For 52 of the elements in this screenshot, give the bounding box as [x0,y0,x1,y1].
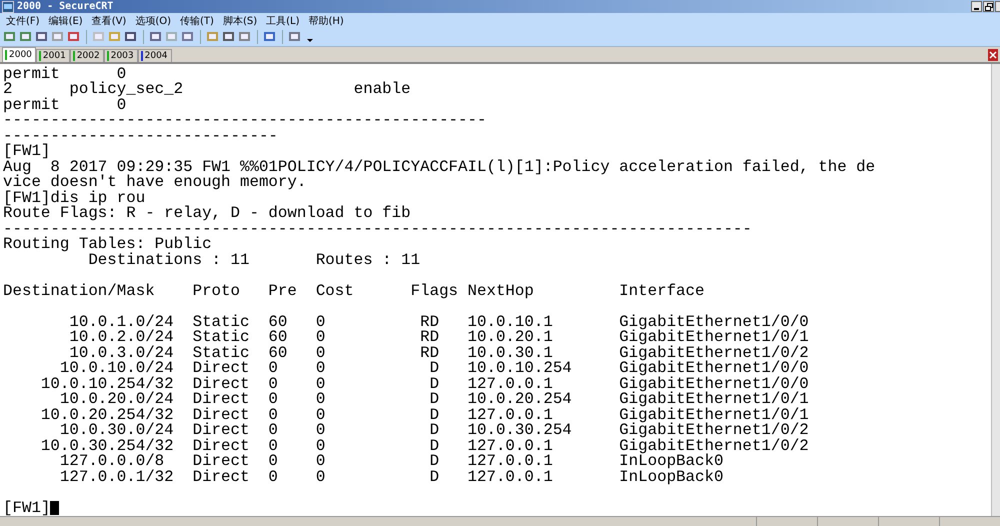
terminal-line: 10.0.1.0/24 Static 60 0 RD 10.0.10.1 GigabitEthernet1/0/0 [68,314,810,330]
monitor-icon[interactable] [288,30,302,44]
terminal-line: ----------------------------- [3,128,279,144]
terminal-line: [FW1] [3,144,52,160]
terminal-line: vice doesn't have enough memory. [3,175,306,191]
terminal-line: Aug 8 2017 09:29:35 FW1 %%01POLICY/4/POLICYACCFAIL(l)[1]:Policy acceleration failed, the de [3,160,876,176]
terminal-line: --------------------------------------------------- [3,113,488,129]
terminal-line: 2 policy_sec_2 enable [3,82,412,98]
prompt: [FW1] [3,500,50,516]
terminal-line: 10.0.10.254/32 Direct 0 0 D 127.0.0.1 GigabitEthernet1/0/0 [40,376,810,392]
terminal-line: permit 0 [3,98,126,114]
terminal-line: 10.0.10.0/24 Direct 0 0 D 10.0.10.254 GigabitEthernet1/0/0 [60,361,810,377]
terminal-line: 10.0.20.254/32 Direct 0 0 D 127.0.0.1 GigabitEthernet1/0/1 [40,408,810,424]
terminal-line: Destination/Mask Proto Pre Cost Flags NextHop Interface [3,284,706,300]
menu-item[interactable]: 文件(F) [6,14,40,28]
session-tab[interactable]: 2000 [2,46,36,62]
terminal-line: 10.0.30.254/32 Direct 0 0 D 127.0.0.1 GigabitEthernet1/0/2 [40,438,810,454]
minimize-button[interactable] [971,1,982,12]
dropdown-icon[interactable] [307,36,313,43]
terminal-line: 127.0.0.1/32 Direct 0 0 D 127.0.0.1 InLoopBack0 [58,470,724,486]
terminal-line: Routing Tables: Public [3,237,213,253]
restore-icon [984,2,992,11]
session-tab[interactable]: 2004 [138,48,172,62]
minimize-icon [974,8,979,10]
menu-item[interactable]: 脚本(S) [222,14,258,28]
terminal-line: 10.0.2.0/24 Static 60 0 RD 10.0.20.1 GigabitEthernet1/0/1 [68,330,810,346]
menu-item[interactable]: 传输(T) [180,14,214,28]
menu-item[interactable]: 编辑(E) [48,14,83,28]
terminal-line: ------------------------------------------------------------------------------- [3,222,753,238]
terminal-line: Destinations : 11 Routes : 11 [87,252,422,268]
terminal-line: Route Flags: R - relay, D - download to fib [3,206,412,222]
session-tab[interactable]: 2001 [36,48,70,62]
terminal-line: 10.0.20.0/24 Direct 0 0 D 10.0.20.254 GigabitEthernet1/0/1 [60,392,810,408]
cursor [50,500,60,515]
terminal-line: [FW1]dis ip rou [3,190,146,206]
window-icon[interactable] [149,30,163,44]
terminal-line: permit 0 [3,66,126,82]
terminal-line: 127.0.0.0/8 Direct 0 0 D 127.0.0.1 InLoopBack0 [58,454,724,470]
terminal-line: 10.0.3.0/24 Static 60 0 RD 10.0.30.1 GigabitEthernet1/0/2 [69,346,810,362]
menu-item[interactable]: 工具(L) [266,14,300,28]
close-button[interactable] [995,1,1000,12]
scrollbar[interactable] [991,64,1000,516]
close-icon[interactable] [988,48,998,61]
menu-item[interactable]: 选项(O) [135,14,172,28]
session-tab[interactable]: 2003 [104,48,138,62]
window-title: 2000 - SecureCRT [17,1,114,12]
terminal-line: 10.0.30.0/24 Direct 0 0 D 10.0.30.254 GigabitEthernet1/0/2 [60,423,810,439]
session-tab[interactable]: 2002 [70,48,104,62]
terminal-icon [2,0,14,13]
menu-item[interactable]: 帮助(H) [308,14,344,28]
menu-item[interactable]: 查看(V) [92,14,126,28]
restore-button[interactable] [983,1,994,12]
